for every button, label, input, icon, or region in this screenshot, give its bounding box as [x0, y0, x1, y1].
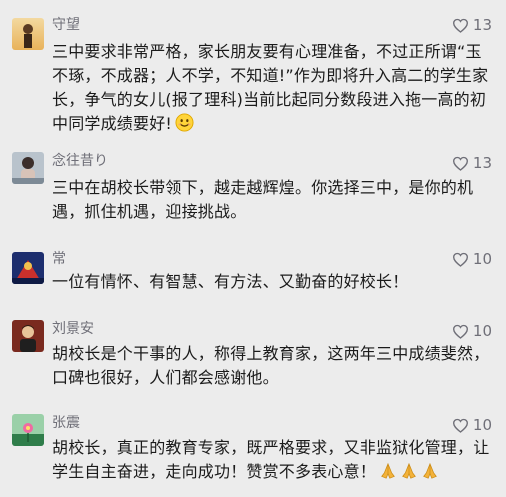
praying-hands-icon-group [376, 462, 439, 481]
praying-hands-icon [423, 462, 437, 479]
comment-body: 三中要求非常严格，家长朋友要有心理准备，不过正所谓“玉不琢，不成器；人不学，不知… [52, 42, 489, 133]
avatar[interactable] [12, 252, 44, 284]
heart-icon [452, 324, 468, 339]
commenter-name[interactable]: 刘景安 [52, 320, 94, 338]
praying-hands-icon [381, 462, 395, 479]
comment-text: 胡校长，真正的教育专家，既严格要求，又非监狱化管理，让学生自主奋进，走向成功！赞… [52, 436, 496, 484]
comment-list: 守望 13 三中要求非常严格，家长朋友要有心理准备，不过正所谓“玉不琢，不成器；… [0, 0, 506, 497]
commenter-name[interactable]: 念往昔り [52, 152, 108, 170]
like-count: 10 [472, 250, 492, 268]
like-button[interactable]: 10 [452, 250, 492, 268]
like-button[interactable]: 13 [452, 154, 492, 172]
heart-icon [452, 252, 468, 267]
heart-icon [452, 156, 468, 171]
commenter-name[interactable]: 常 [52, 250, 66, 268]
like-count: 10 [472, 416, 492, 434]
heart-icon [452, 418, 468, 433]
commenter-name[interactable]: 守望 [52, 16, 80, 34]
heart-icon [452, 18, 468, 33]
commenter-name[interactable]: 张震 [52, 414, 80, 432]
avatar[interactable] [12, 152, 44, 184]
avatar[interactable] [12, 414, 44, 446]
like-button[interactable]: 10 [452, 322, 492, 340]
comment-text: 三中在胡校长带领下，越走越辉煌。你选择三中，是你的机遇，抓住机遇，迎接挑战。 [52, 178, 474, 221]
like-button[interactable]: 13 [452, 16, 492, 34]
smiling-face-icon [175, 113, 194, 132]
like-count: 13 [472, 154, 492, 172]
like-button[interactable]: 10 [452, 416, 492, 434]
like-count: 10 [472, 322, 492, 340]
comment-text: 胡校长是个干事的人，称得上教育家，这两年三中成绩斐然，口碑也很好，人们都会感谢他… [52, 344, 490, 387]
comment-text: 三中要求非常严格，家长朋友要有心理准备，不过正所谓“玉不琢，不成器；人不学，不知… [52, 40, 496, 136]
like-count: 13 [472, 16, 492, 34]
avatar[interactable] [12, 320, 44, 352]
comment-text: 一位有情怀、有智慧、有方法、又勤奋的好校长！ [52, 272, 409, 291]
avatar[interactable] [12, 18, 44, 50]
praying-hands-icon [402, 462, 416, 479]
